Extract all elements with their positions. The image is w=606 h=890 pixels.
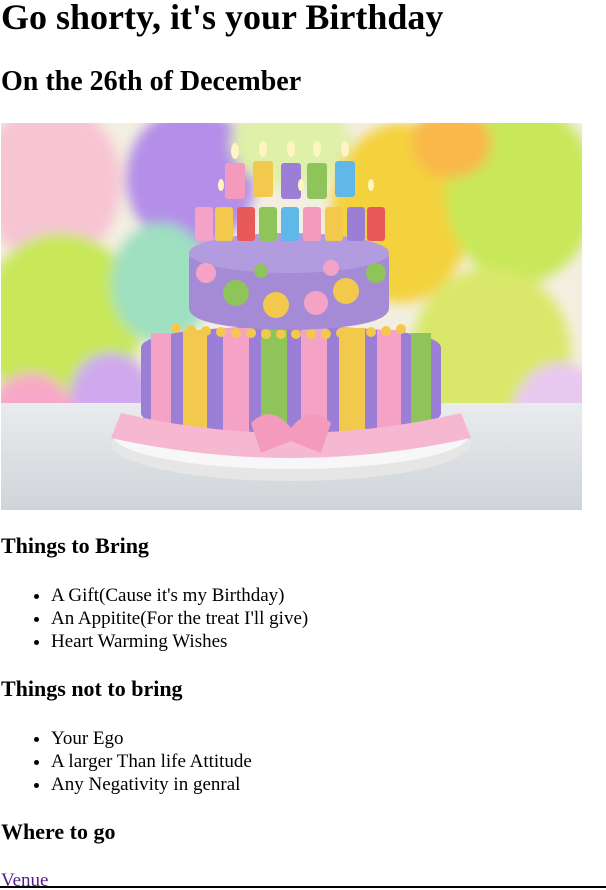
bring-heading: Things to Bring (1, 533, 149, 558)
list-item: Any Negativity in genral (51, 773, 252, 796)
not-bring-list: Your Ego A larger Than life Attitude Any… (0, 727, 252, 796)
list-item: Your Ego (51, 727, 252, 750)
where-heading: Where to go (1, 819, 116, 844)
list-item: An Appitite(For the treat I'll give) (51, 607, 308, 630)
bring-list: A Gift(Cause it's my Birthday) An Appiti… (0, 584, 308, 653)
list-item: A Gift(Cause it's my Birthday) (51, 584, 308, 607)
list-item: Heart Warming Wishes (51, 630, 308, 653)
bottom-edge-divider (0, 886, 606, 888)
list-item: A larger Than life Attitude (51, 750, 252, 773)
not-bring-heading: Things not to bring (1, 676, 183, 701)
page-subtitle: On the 26th of December (1, 66, 302, 97)
page-title: Go shorty, it's your Birthday (1, 0, 444, 37)
birthday-cake-image (1, 123, 582, 510)
